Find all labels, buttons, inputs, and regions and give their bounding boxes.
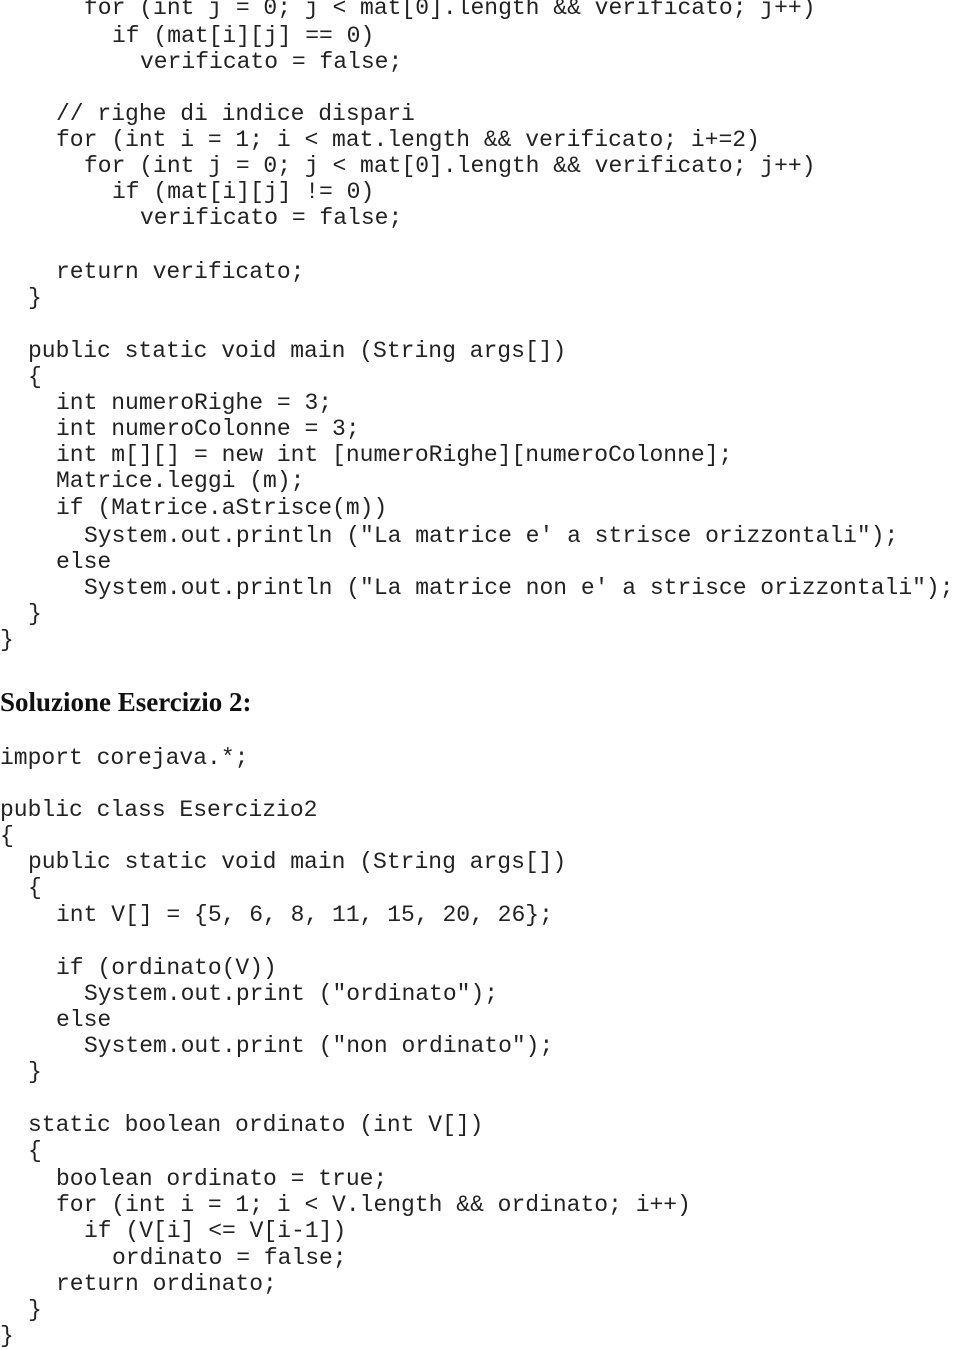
code-line: ordinato = false; [112,1245,347,1271]
code-line: int numeroRighe = 3; [56,390,333,416]
code-line: System.out.print ("ordinato"); [84,981,499,1007]
code-line: if (mat[i][j] != 0) [112,179,375,205]
code-line: int m[][] = new int [numeroRighe][numero… [56,442,733,468]
code-line: public static void main (String args[]) [28,849,567,875]
code-line: { [0,823,14,849]
code-line: return ordinato; [56,1271,277,1297]
code-line: for (int i = 1; i < V.length && ordinato… [56,1192,691,1218]
code-line: } [0,627,14,653]
code-line: verificato = false; [140,205,403,231]
code-line: for (int j = 0; j < mat[0].length && ver… [84,0,816,21]
code-line: verificato = false; [140,49,403,75]
code-line: if (Matrice.aStrisce(m)) [56,495,388,521]
code-line: } [28,601,42,627]
section-heading: Soluzione Esercizio 2: [0,687,252,717]
code-line: static boolean ordinato (int V[]) [28,1112,484,1138]
code-line: { [28,1138,42,1164]
code-line: } [28,1297,42,1323]
code-line: { [28,875,42,901]
code-line: } [0,1323,14,1349]
code-line: if (mat[i][j] == 0) [112,23,375,49]
code-line: else [56,549,112,575]
code-line: import corejava.*; [0,745,249,771]
code-line: // righe di indice dispari [56,101,415,127]
code-line: return verificato; [56,259,305,285]
code-line: if (ordinato(V)) [56,955,277,981]
code-line: System.out.print ("non ordinato"); [84,1033,554,1059]
code-line: else [56,1007,112,1033]
code-line: for (int i = 1; i < mat.length && verifi… [56,127,760,153]
code-line: public static void main (String args[]) [28,338,567,364]
code-line: System.out.println ("La matrice e' a str… [84,523,899,549]
code-line: System.out.println ("La matrice non e' a… [84,575,954,601]
code-line: } [28,285,42,311]
code-line: for (int j = 0; j < mat[0].length && ver… [84,153,816,179]
code-line: { [28,364,42,390]
code-line: int V[] = {5, 6, 8, 11, 15, 20, 26}; [56,902,553,928]
code-line: boolean ordinato = true; [56,1166,388,1192]
code-line: Matrice.leggi (m); [56,468,305,494]
code-line: public class Esercizio2 [0,797,318,823]
code-line: int numeroColonne = 3; [56,416,360,442]
code-line: if (V[i] <= V[i-1]) [84,1218,347,1244]
code-line: } [28,1059,42,1085]
